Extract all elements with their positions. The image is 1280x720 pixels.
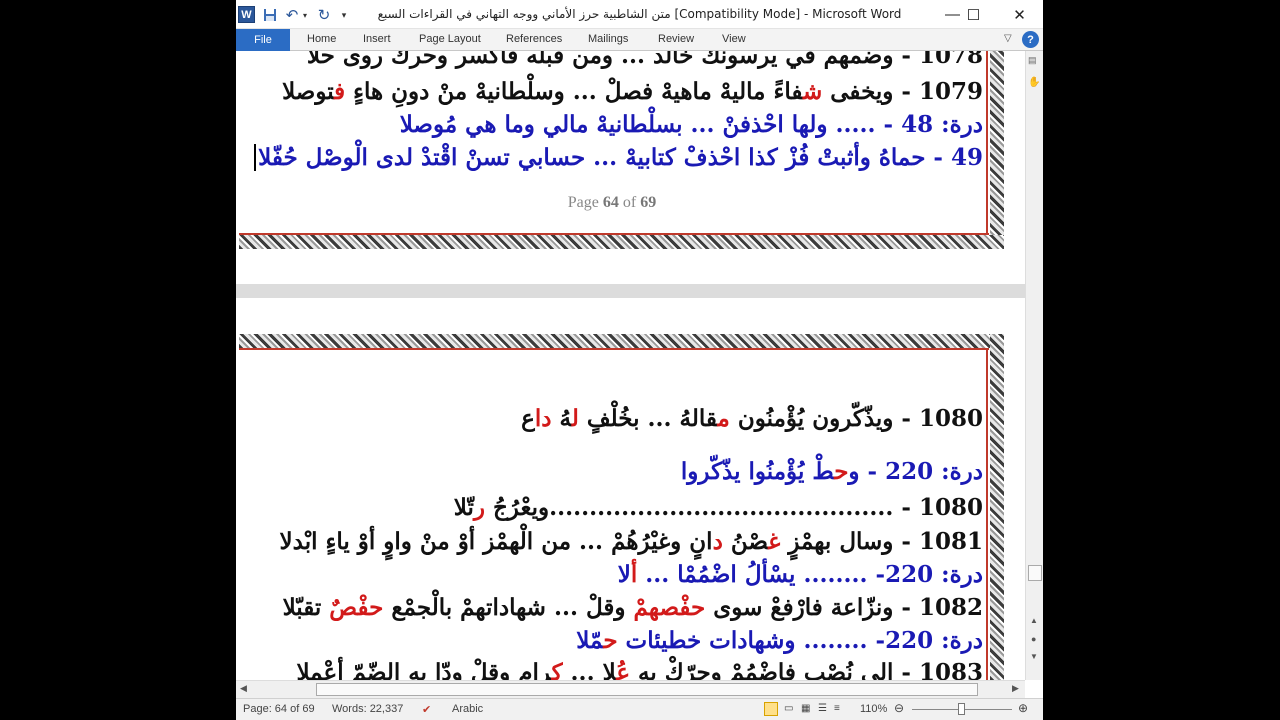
help-icon[interactable]: ? [1022, 31, 1039, 48]
text-segment: قالهُ ... بخُلْفٍ [578, 405, 718, 432]
verse-line-1078: 1078 - وضمهم في يرسونك خالد ... ومن قبله… [306, 51, 983, 69]
text-segment: لا ... [562, 659, 617, 680]
verse-line-1080: 1080 - ويذّكّرون يُؤْمنُون مقالهُ ... بخ… [521, 405, 983, 432]
ruler-toggle-icon[interactable]: ▤ [1028, 55, 1037, 66]
text-segment: ف [334, 78, 346, 105]
next-page-icon[interactable]: ▼ [1030, 652, 1038, 661]
text-segment: 1080 - .................................… [484, 494, 983, 521]
maximize-button[interactable]: ☐ [951, 0, 996, 29]
web-layout-icon[interactable]: ▦ [801, 703, 810, 714]
text-segment: هُ [551, 405, 572, 432]
text-segment: غ [768, 528, 781, 555]
verse-line-1082: 1082 - ونزّاعة فارْفعْ سوى حفْصهمْ وقلْ … [283, 594, 983, 621]
scroll-thumb[interactable] [1028, 565, 1042, 581]
expand-ribbon-icon[interactable]: ▽ [1004, 33, 1012, 44]
text-segment: دا [534, 405, 552, 432]
browse-object-icon[interactable]: ● [1031, 634, 1036, 644]
close-button[interactable]: ✕ [997, 0, 1042, 29]
hscroll-thumb[interactable] [316, 683, 978, 696]
text-segment: تقبّلا [282, 594, 330, 621]
outline-icon[interactable]: ☰ [818, 703, 827, 714]
page-border-top [239, 334, 1004, 348]
text-segment: عُ [616, 659, 631, 680]
status-bar: Page: 64 of 69 Words: 22,337 ✔ Arabic ▭ … [236, 698, 1043, 720]
pan-hand-icon[interactable]: ✋ [1028, 77, 1040, 88]
text-segment: 1081 - وسال بهمْزٍ [780, 528, 983, 555]
full-screen-reading-icon[interactable]: ▭ [784, 703, 793, 714]
text-segment: انٍ وغيْرُهُمْ ... من الْهمْز أوْ منْ وا… [279, 528, 713, 555]
zoom-slider-thumb[interactable] [958, 703, 965, 715]
page-border-right-2 [990, 334, 1004, 680]
text-segment: تّلا [453, 494, 474, 521]
text-segment: ش [802, 78, 823, 105]
verse-line-1081: 1081 - وسال بهمْزٍ غصْنُ دانٍ وغيْرُهُمْ… [280, 528, 983, 555]
durra-line-220c: درة: 220- ........ وشهادات خطيئات حمّلا [576, 627, 983, 654]
horizontal-scrollbar[interactable]: ◀ ▶ [236, 680, 1025, 698]
text-segment: صْنُ [722, 528, 769, 555]
text-segment: درة: 220- ........ يسْألُ اضْمُمْا ... [637, 561, 983, 588]
durra-line-220a: درة: 220 - وحطْ يُؤْمنُوا يذّكّروا [681, 458, 983, 485]
text-segment: طْ يُؤْمنُوا يذّكّروا [680, 458, 835, 485]
tab-view[interactable]: View [722, 33, 746, 45]
vertical-scrollbar[interactable]: ▤ ✋ ▲ ● ▼ [1025, 51, 1043, 680]
status-words[interactable]: Words: 22,337 [332, 703, 403, 715]
page-border-bottom [239, 235, 1004, 249]
tab-file[interactable]: File [236, 29, 290, 51]
print-layout-icon[interactable] [764, 702, 778, 716]
title-bar: W ↶ ▾ ↻ ▾ متن الشاطبية حرز الأماني ووجه … [236, 0, 1043, 29]
zoom-out-icon[interactable]: ⊖ [894, 701, 904, 715]
document-area[interactable]: 1078 - وضمهم في يرسونك خالد ... ومن قبله… [236, 51, 1025, 680]
text-segment: مّلا [576, 627, 604, 654]
window-title: متن الشاطبية حرز الأماني ووجه التهاني في… [377, 7, 902, 21]
word-window: W ↶ ▾ ↻ ▾ متن الشاطبية حرز الأماني ووجه … [236, 0, 1043, 720]
tab-mailings[interactable]: Mailings [588, 33, 628, 45]
text-segment: ل [571, 405, 579, 432]
tab-references[interactable]: References [506, 33, 562, 45]
text-segment: 1079 - ويخفى [822, 78, 983, 105]
text-segment: درة: 220- ........ وشهادات خطيئات [617, 627, 983, 654]
status-language[interactable]: Arabic [452, 703, 483, 715]
text-segment: 1083 - إلى نُصْبٍ فاضْمُمْ وحرّكْ به [630, 659, 983, 680]
verse-line-1083: 1083 - إلى نُصْبٍ فاضْمُمْ وحرّكْ به عُل… [296, 659, 983, 680]
tab-insert[interactable]: Insert [363, 33, 391, 45]
verse-line-1079: 1079 - ويخفى شفاءً ماليهْ ماهيهْ فصلْ ..… [282, 78, 983, 105]
text-segment: رامٍ وقلْ ودّا به الضّمّ أعْملا [296, 659, 552, 680]
text-segment: وقلْ ... شهاداتهمْ بالْجمْع [383, 594, 634, 621]
scroll-left-icon[interactable]: ◀ [240, 683, 247, 694]
zoom-in-icon[interactable]: ⊕ [1018, 701, 1028, 715]
verse-line-1080b: 1080 - .................................… [454, 494, 983, 521]
scroll-right-icon[interactable]: ▶ [1012, 683, 1019, 694]
text-segment: كِ [551, 659, 563, 680]
proofing-icon[interactable]: ✔ [422, 703, 431, 716]
durra-line-49: 49 - حماهُ وأثبتْ فُزْ كذا احْذفْ كتابيه… [254, 144, 983, 171]
durra-line-220b: درة: 220- ........ يسْألُ اضْمُمْا ... أ… [618, 561, 983, 588]
page-border-right [990, 51, 1004, 241]
status-page[interactable]: Page: 64 of 69 [243, 703, 315, 715]
text-segment: ع [521, 405, 535, 432]
page-separator [236, 284, 1025, 298]
text-segment: درة: 220 - و [848, 458, 983, 485]
text-segment: 1082 - ونزّاعة فارْفعْ سوى [705, 594, 983, 621]
text-segment: لا [617, 561, 631, 588]
text-segment: 1080 - ويذّكّرون يُؤْمنُون [729, 405, 983, 432]
text-segment: فاءً ماليهْ ماهيهْ فصلْ ... وسلْطانيهْ م… [345, 78, 803, 105]
text-segment: ر [473, 494, 485, 521]
text-segment: حفْصهمْ [633, 594, 706, 621]
previous-page-icon[interactable]: ▲ [1030, 616, 1038, 625]
text-segment: م [717, 405, 730, 432]
ribbon-tabs: File Home Insert Page Layout References … [236, 29, 1043, 51]
text-segment: توصلا [282, 78, 335, 105]
page-number-footer: Page 64 of 69 [567, 194, 657, 211]
zoom-level[interactable]: 110% [860, 703, 887, 715]
text-segment: د [712, 528, 723, 555]
draft-icon[interactable]: ≡ [834, 703, 840, 714]
tab-home[interactable]: Home [307, 33, 336, 45]
tab-page-layout[interactable]: Page Layout [419, 33, 481, 45]
text-segment: حفْصٌ [329, 594, 384, 621]
durra-line-48: درة: 48 - ..... ولها احْذفنْ ... بسلْطان… [399, 111, 983, 138]
text-segment: ح [603, 627, 618, 654]
tab-review[interactable]: Review [658, 33, 694, 45]
text-segment: ح [834, 458, 849, 485]
